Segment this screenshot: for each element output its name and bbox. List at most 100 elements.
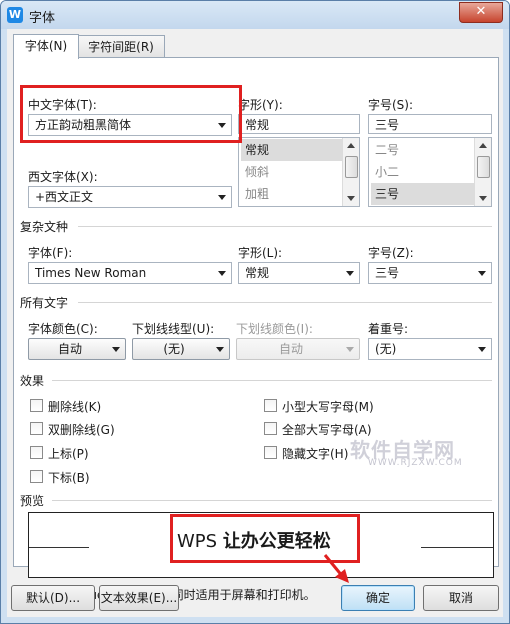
- wps-app-icon: W: [7, 7, 23, 23]
- complex-font-label: 字体(F):: [28, 246, 73, 260]
- small-caps-label[interactable]: 小型大写字母(M): [282, 398, 374, 415]
- complex-font-value: Times New Roman: [35, 266, 147, 280]
- watermark-main: 软件自学网: [350, 438, 455, 462]
- chevron-down-icon: [218, 123, 226, 128]
- superscript-label[interactable]: 上标(P): [48, 445, 89, 462]
- font-color-value: 自动: [57, 342, 82, 356]
- chevron-down-icon: [218, 271, 226, 276]
- size-list[interactable]: 二号 小二 三号: [368, 137, 492, 207]
- emphasis-value: (无): [375, 342, 397, 356]
- chevron-down-icon: [478, 271, 486, 276]
- western-font-combo[interactable]: +西文正文: [28, 186, 232, 208]
- style-option-italic[interactable]: 倾斜: [241, 161, 345, 183]
- cancel-button[interactable]: 取消: [423, 585, 499, 611]
- strikethrough-label[interactable]: 删除线(K): [48, 398, 101, 415]
- chinese-font-value: 方正韵动粗黑简体: [35, 118, 132, 132]
- underline-style-value: (无): [163, 342, 185, 356]
- dialog-title: 字体: [29, 11, 56, 26]
- size-option-3[interactable]: 三号: [371, 183, 477, 205]
- hidden-text-label[interactable]: 隐藏文字(H): [282, 445, 348, 462]
- default-button[interactable]: 默认(D)...: [11, 585, 95, 611]
- chinese-font-combo[interactable]: 方正韵动粗黑简体: [28, 114, 232, 136]
- complex-size-label: 字号(Z):: [368, 246, 414, 260]
- style-list[interactable]: 常规 倾斜 加粗: [238, 137, 360, 207]
- complex-size-combo[interactable]: 三号: [368, 262, 492, 284]
- size-scrollbar[interactable]: [474, 138, 491, 206]
- size-label: 字号(S):: [368, 98, 414, 112]
- complex-style-value: 常规: [245, 266, 270, 280]
- divider: [78, 302, 492, 303]
- superscript-checkbox[interactable]: [30, 446, 43, 459]
- preview-title: 预览: [20, 492, 49, 509]
- scroll-thumb[interactable]: [477, 156, 490, 178]
- ok-button[interactable]: 确定: [341, 585, 415, 611]
- preview-text: WPS 让办公更轻松: [177, 527, 331, 553]
- chevron-down-icon: [216, 347, 224, 352]
- watermark-sub: WWW.RJZXW.COM: [368, 458, 463, 468]
- font-tab-panel: 中文字体(T): 方正韵动粗黑简体 字形(Y): 常规 常规 倾斜 加粗 字号(…: [13, 57, 499, 578]
- chevron-down-icon: [346, 271, 354, 276]
- style-input[interactable]: 常规: [238, 114, 360, 134]
- subscript-label[interactable]: 下标(B): [48, 469, 90, 486]
- chevron-down-icon: [478, 347, 486, 352]
- scroll-down-icon[interactable]: [347, 196, 355, 201]
- complex-style-label: 字形(L):: [238, 246, 283, 260]
- underline-color-label: 下划线颜色(I):: [236, 322, 313, 336]
- divider: [78, 226, 492, 227]
- complex-script-title: 复杂文种: [20, 218, 73, 235]
- divider: [52, 500, 492, 501]
- western-font-label: 西文字体(X):: [28, 170, 98, 184]
- font-color-combo[interactable]: 自动: [28, 338, 126, 360]
- chevron-down-icon: [112, 347, 120, 352]
- hidden-text-checkbox[interactable]: [264, 446, 277, 459]
- all-text-title: 所有文字: [20, 294, 73, 311]
- font-color-label: 字体颜色(C):: [28, 322, 98, 336]
- text-effects-button[interactable]: 文本效果(E)...: [99, 585, 179, 611]
- double-strikethrough-checkbox[interactable]: [30, 422, 43, 435]
- all-caps-checkbox[interactable]: [264, 422, 277, 435]
- style-label: 字形(Y):: [238, 98, 283, 112]
- site-watermark: 软件自学网 WWW.RJZXW.COM: [350, 434, 490, 474]
- dialog-client: 字体(N) 字符间距(R) 中文字体(T): 方正韵动粗黑简体 字形(Y): 常…: [7, 29, 503, 617]
- scroll-down-icon[interactable]: [479, 196, 487, 201]
- style-scrollbar[interactable]: [342, 138, 359, 206]
- font-dialog: W 字体 ✕ 字体(N) 字符间距(R) 中文字体(T): 方正韵动粗黑简体 字…: [0, 0, 510, 624]
- small-caps-checkbox[interactable]: [264, 399, 277, 412]
- scroll-thumb[interactable]: [345, 156, 358, 178]
- underline-style-label: 下划线线型(U):: [132, 322, 215, 336]
- emphasis-combo[interactable]: (无): [368, 338, 492, 360]
- double-strikethrough-label[interactable]: 双删除线(G): [48, 421, 115, 438]
- preview-latin: WPS: [177, 531, 223, 552]
- preview-baseline-left: [29, 547, 89, 548]
- scroll-up-icon[interactable]: [347, 143, 355, 148]
- tab-character-spacing[interactable]: 字符间距(R): [77, 35, 165, 58]
- chinese-font-label: 中文字体(T):: [28, 98, 97, 112]
- complex-font-combo[interactable]: Times New Roman: [28, 262, 232, 284]
- underline-color-combo: 自动: [236, 338, 360, 360]
- title-bar[interactable]: W 字体 ✕: [1, 1, 509, 29]
- chevron-down-icon: [218, 195, 226, 200]
- size-option-small-2[interactable]: 小二: [371, 161, 477, 183]
- tab-font[interactable]: 字体(N): [13, 34, 79, 59]
- emphasis-label: 着重号:: [368, 322, 409, 336]
- chevron-down-icon: [346, 347, 354, 352]
- all-caps-label[interactable]: 全部大写字母(A): [282, 421, 372, 438]
- western-font-value: +西文正文: [35, 190, 94, 204]
- scroll-up-icon[interactable]: [479, 143, 487, 148]
- underline-style-combo[interactable]: (无): [132, 338, 230, 360]
- underline-color-value: 自动: [278, 342, 303, 356]
- close-button[interactable]: ✕: [459, 2, 503, 23]
- style-option-bold[interactable]: 加粗: [241, 183, 345, 205]
- complex-size-value: 三号: [375, 266, 400, 280]
- pointer-arrow-icon: [323, 554, 349, 583]
- preview-baseline-right: [421, 547, 493, 548]
- preview-cjk: 让办公更轻松: [222, 531, 331, 552]
- subscript-checkbox[interactable]: [30, 470, 43, 483]
- style-option-regular[interactable]: 常规: [241, 139, 345, 161]
- complex-style-combo[interactable]: 常规: [238, 262, 360, 284]
- preview-box: WPS 让办公更轻松: [28, 512, 494, 578]
- size-option-2[interactable]: 二号: [371, 139, 477, 161]
- size-input[interactable]: 三号: [368, 114, 492, 134]
- strikethrough-checkbox[interactable]: [30, 399, 43, 412]
- effects-title: 效果: [20, 372, 49, 389]
